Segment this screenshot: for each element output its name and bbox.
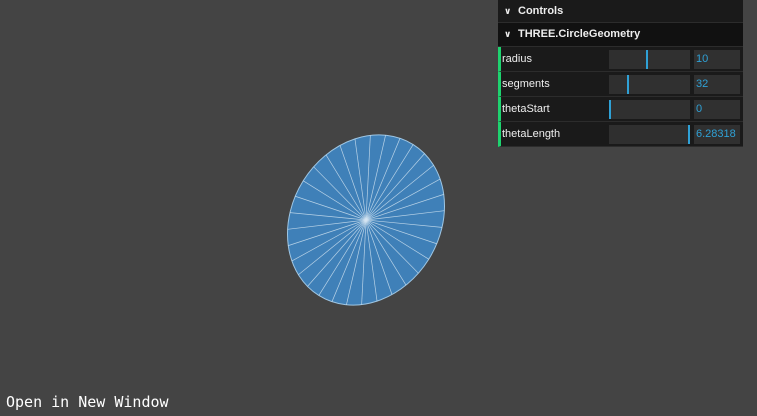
segments-input[interactable]	[694, 75, 740, 94]
radius-slider[interactable]	[609, 50, 690, 69]
param-label-radius: radius	[502, 53, 532, 65]
radius-input[interactable]	[694, 50, 740, 69]
thetalength-input[interactable]	[694, 125, 740, 144]
param-row-segments: segments	[498, 72, 743, 97]
chevron-down-icon: ∨	[504, 29, 512, 39]
param-row-thetalength: thetaLength	[498, 122, 743, 147]
segments-slider[interactable]	[609, 75, 690, 94]
folder-title: THREE.CircleGeometry	[518, 28, 641, 40]
controls-title: Controls	[518, 5, 564, 17]
chevron-down-icon: ∨	[504, 6, 512, 16]
slider-handle[interactable]	[609, 100, 611, 119]
slider-handle[interactable]	[688, 125, 690, 144]
param-label-thetastart: thetaStart	[502, 103, 550, 115]
slider-handle[interactable]	[627, 75, 630, 94]
thetalength-slider[interactable]	[609, 125, 690, 144]
thetastart-slider[interactable]	[609, 100, 690, 119]
thetastart-input[interactable]	[694, 100, 740, 119]
controls-header[interactable]: ∨ Controls	[498, 0, 743, 23]
param-label-thetalength: thetaLength	[502, 128, 561, 140]
slider-handle[interactable]	[646, 50, 649, 69]
circle-geometry-folder-header[interactable]: ∨ THREE.CircleGeometry	[498, 23, 743, 47]
param-row-thetastart: thetaStart	[498, 97, 743, 122]
param-label-segments: segments	[502, 78, 550, 90]
open-in-new-window-link[interactable]: Open in New Window	[6, 393, 169, 411]
param-row-radius: radius	[498, 47, 743, 72]
circle-mesh	[286, 134, 446, 306]
controls-panel: ∨ Controls ∨ THREE.CircleGeometry radius s…	[498, 0, 743, 147]
